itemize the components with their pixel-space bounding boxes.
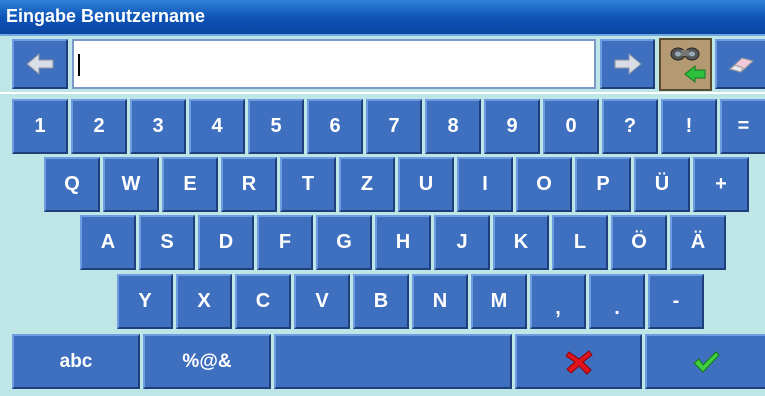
key-r[interactable]: R (221, 157, 277, 212)
red-x-icon (564, 349, 593, 375)
key-period[interactable]: . (589, 274, 645, 329)
key-ae[interactable]: Ä (670, 215, 726, 270)
title-bar: Eingabe Benutzername (0, 0, 765, 36)
green-check-icon (693, 350, 720, 373)
key-t[interactable]: T (280, 157, 336, 212)
key-k[interactable]: K (493, 215, 549, 270)
text-caret (78, 54, 80, 76)
cancel-button[interactable] (515, 334, 642, 389)
username-input[interactable] (72, 39, 596, 89)
key-d[interactable]: D (198, 215, 254, 270)
key-b[interactable]: B (353, 274, 409, 329)
cursor-right-button[interactable] (600, 39, 655, 89)
key-question[interactable]: ? (602, 99, 658, 154)
key-o[interactable]: O (516, 157, 572, 212)
key-6[interactable]: 6 (307, 99, 363, 154)
key-v[interactable]: V (294, 274, 350, 329)
key-c[interactable]: C (235, 274, 291, 329)
search-button[interactable] (659, 38, 712, 91)
key-z[interactable]: Z (339, 157, 395, 212)
eraser-icon (728, 57, 755, 73)
key-equals[interactable]: = (720, 99, 765, 154)
key-s[interactable]: S (139, 215, 195, 270)
key-8[interactable]: 8 (425, 99, 481, 154)
abc-mode-button[interactable]: abc (12, 334, 140, 389)
key-plus[interactable]: + (693, 157, 749, 212)
key-g[interactable]: G (316, 215, 372, 270)
key-2[interactable]: 2 (71, 99, 127, 154)
key-x[interactable]: X (176, 274, 232, 329)
arrow-right-icon (614, 53, 642, 75)
ok-button[interactable] (645, 334, 765, 389)
key-comma[interactable]: , (530, 274, 586, 329)
key-5[interactable]: 5 (248, 99, 304, 154)
key-1[interactable]: 1 (12, 99, 68, 154)
key-4[interactable]: 4 (189, 99, 245, 154)
binoculars-search-icon (670, 47, 706, 84)
key-l[interactable]: L (552, 215, 608, 270)
key-a[interactable]: A (80, 215, 136, 270)
key-0[interactable]: 0 (543, 99, 599, 154)
key-n[interactable]: N (412, 274, 468, 329)
arrow-left-icon (26, 53, 54, 75)
key-9[interactable]: 9 (484, 99, 540, 154)
key-oe[interactable]: Ö (611, 215, 667, 270)
key-q[interactable]: Q (44, 157, 100, 212)
space-button[interactable] (274, 334, 512, 389)
key-f[interactable]: F (257, 215, 313, 270)
key-p[interactable]: P (575, 157, 631, 212)
symbols-mode-button[interactable]: %@& (143, 334, 271, 389)
cursor-left-button[interactable] (12, 39, 68, 89)
key-3[interactable]: 3 (130, 99, 186, 154)
eraser-button[interactable] (715, 39, 765, 89)
window-title: Eingabe Benutzername (6, 6, 206, 26)
key-exclamation[interactable]: ! (661, 99, 717, 154)
key-u[interactable]: U (398, 157, 454, 212)
key-h[interactable]: H (375, 215, 431, 270)
key-y[interactable]: Y (117, 274, 173, 329)
key-m[interactable]: M (471, 274, 527, 329)
key-ue[interactable]: Ü (634, 157, 690, 212)
key-i[interactable]: I (457, 157, 513, 212)
key-minus[interactable]: - (648, 274, 704, 329)
key-7[interactable]: 7 (366, 99, 422, 154)
key-j[interactable]: J (434, 215, 490, 270)
key-e[interactable]: E (162, 157, 218, 212)
key-w[interactable]: W (103, 157, 159, 212)
